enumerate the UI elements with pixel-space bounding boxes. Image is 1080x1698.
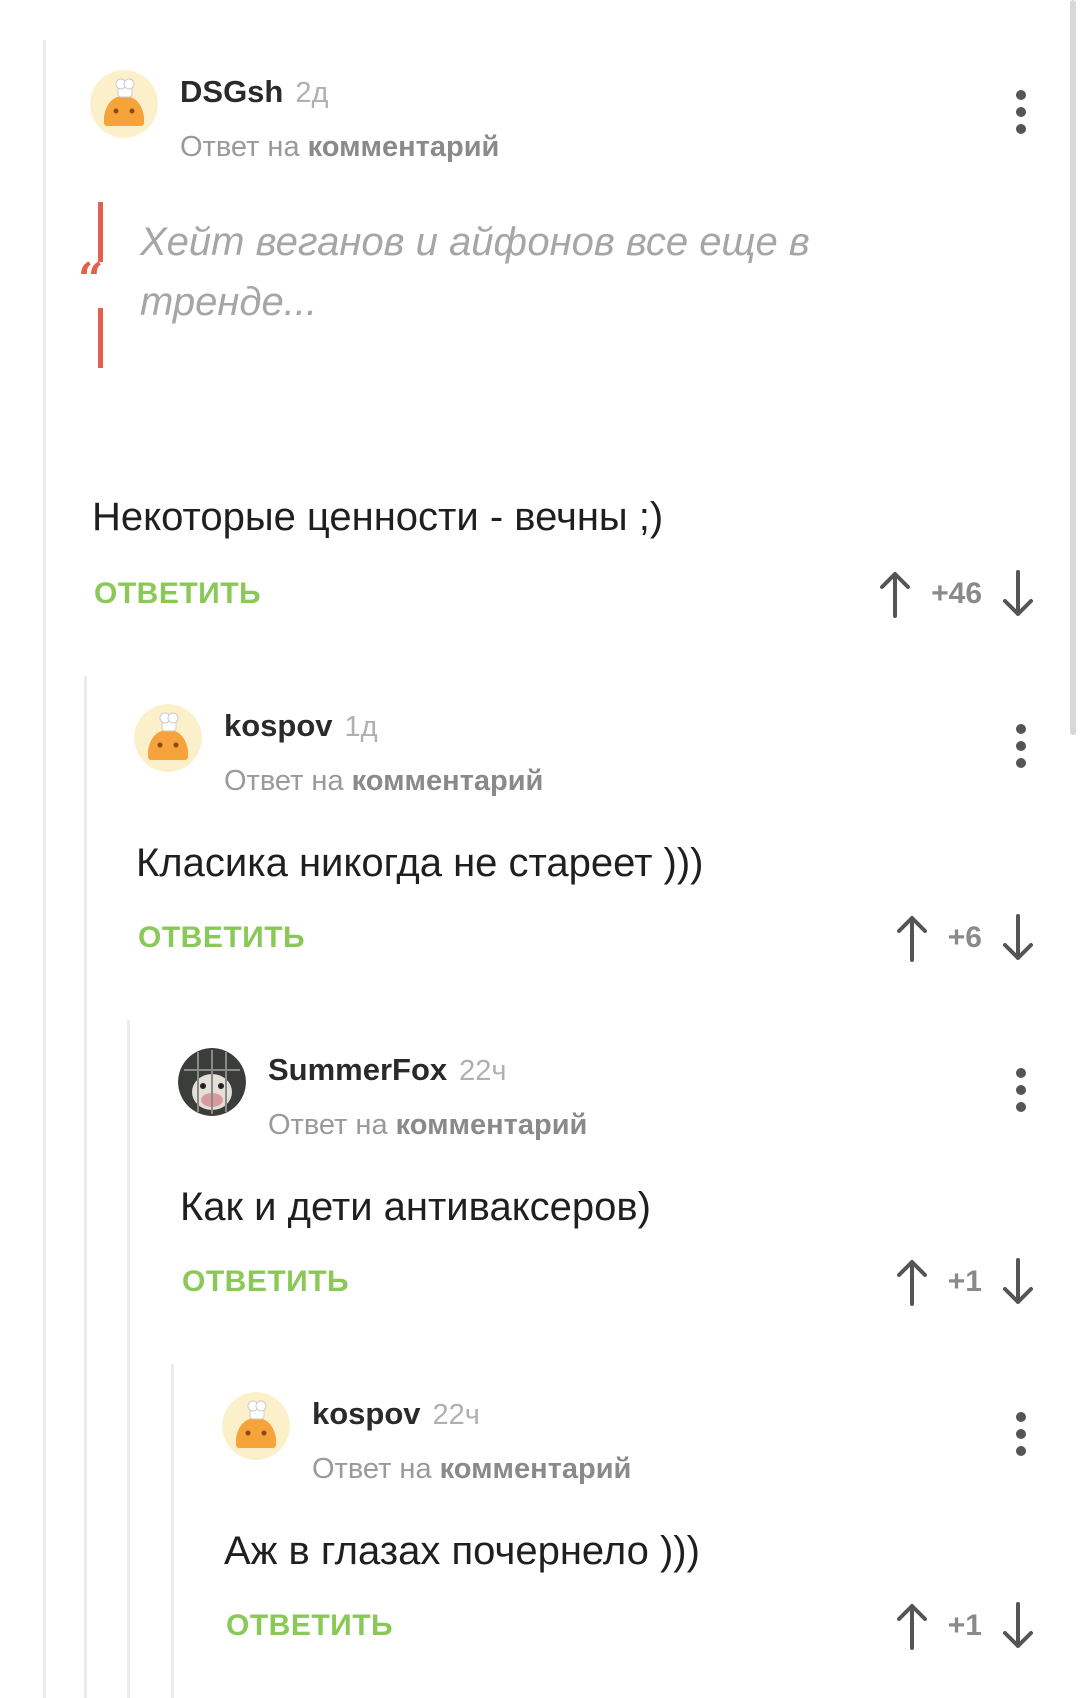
vote-controls: +6 [892,908,1038,968]
downvote-arrow-icon[interactable] [998,1599,1038,1653]
vote-controls: +1 [892,1596,1038,1656]
comment-meta: kospov 22ч Ответ на комментарий [312,1392,631,1491]
rating-score: +46 [931,577,982,610]
downvote-arrow-icon[interactable] [998,1255,1038,1309]
quote-bar [98,202,103,262]
chef-avatar-icon[interactable] [134,704,202,772]
more-options-icon[interactable] [1006,82,1036,142]
vote-controls: +46 [875,564,1038,624]
reply-button[interactable]: ОТВЕТИТЬ [226,1606,393,1646]
timestamp: 22ч [459,1055,507,1087]
reply-prefix: Ответ на [312,1453,432,1485]
username[interactable]: kospov [224,708,333,743]
comment-text: Аж в глазах почернело ))) [224,1529,700,1573]
reply-target-link[interactable]: комментарий [352,765,544,797]
thread-line [127,1020,130,1698]
more-options-icon[interactable] [1006,1404,1036,1464]
reply-info: Ответ на комментарий [180,125,499,169]
more-options-icon[interactable] [1006,1060,1036,1120]
chef-avatar-icon[interactable] [222,1392,290,1460]
upvote-arrow-icon[interactable] [892,911,932,965]
reply-target-link[interactable]: комментарий [440,1453,632,1485]
quote-block: “ Хейт веганов и айфонов все еще в тренд… [78,202,990,372]
reply-target-link[interactable]: комментарий [308,131,500,163]
comment-text: Как и дети антиваксеров) [180,1185,651,1229]
quote-text: Хейт веганов и айфонов все еще в тренде.… [140,220,810,324]
thread-line [43,40,46,1698]
username[interactable]: SummerFox [268,1052,447,1087]
comment-meta: DSGsh 2д Ответ на комментарий [180,70,499,169]
username[interactable]: DSGsh [180,74,283,109]
reply-prefix: Ответ на [268,1109,388,1141]
rating-score: +1 [947,1265,982,1298]
reply-prefix: Ответ на [224,765,344,797]
downvote-arrow-icon[interactable] [998,911,1038,965]
upvote-arrow-icon[interactable] [892,1255,932,1309]
reply-info: Ответ на комментарий [312,1447,631,1491]
reply-info: Ответ на комментарий [224,759,543,803]
quote-bar [98,308,103,368]
comment-text: Класика никогда не стареет ))) [136,841,704,885]
reply-button[interactable]: ОТВЕТИТЬ [94,574,261,614]
more-options-icon[interactable] [1006,716,1036,776]
rating-score: +1 [947,1609,982,1642]
downvote-arrow-icon[interactable] [998,567,1038,621]
comment-text: Некоторые ценности - вечны ;) [92,495,664,539]
vote-controls: +1 [892,1252,1038,1312]
upvote-arrow-icon[interactable] [892,1599,932,1653]
timestamp: 2д [295,77,329,109]
timestamp: 22ч [432,1399,480,1431]
reply-info: Ответ на комментарий [268,1103,587,1147]
animal-photo-avatar-icon[interactable] [178,1048,246,1116]
reply-button[interactable]: ОТВЕТИТЬ [182,1262,349,1302]
timestamp: 1д [344,711,378,743]
thread-line [171,1364,174,1698]
thread-line [84,676,87,1698]
reply-target-link[interactable]: комментарий [396,1109,588,1141]
comment-meta: kospov 1д Ответ на комментарий [224,704,543,803]
scrollbar[interactable] [1070,0,1076,735]
rating-score: +6 [947,921,982,954]
upvote-arrow-icon[interactable] [875,567,915,621]
reply-button[interactable]: ОТВЕТИТЬ [138,918,305,958]
quote-mark-icon: “ [78,254,104,305]
comment-meta: SummerFox 22ч Ответ на комментарий [268,1048,587,1147]
reply-prefix: Ответ на [180,131,300,163]
username[interactable]: kospov [312,1396,421,1431]
chef-avatar-icon[interactable] [90,70,158,138]
